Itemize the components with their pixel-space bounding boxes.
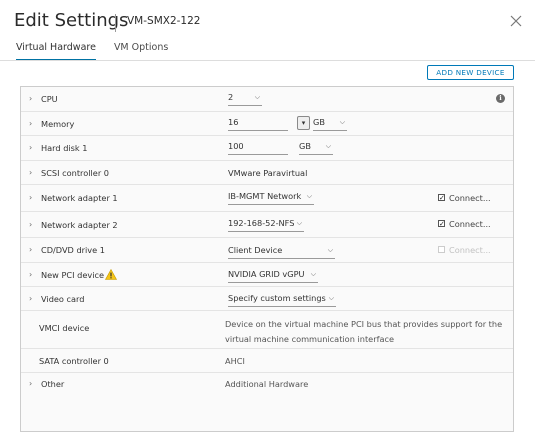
scsi-value: VMware Paravirtual (228, 168, 308, 178)
cdrom-label: CD/DVD drive 1 (41, 245, 105, 255)
hard-disk-value: 100 (228, 141, 244, 151)
sata-value: AHCI (225, 356, 245, 366)
memory-value: 16 (228, 117, 239, 127)
warning-icon (104, 268, 118, 282)
scsi-label: SCSI controller 0 (41, 167, 109, 178)
other-value: Additional Hardware (225, 379, 309, 389)
hardware-panel: › CPU 2 ⌵ i › Memory 16 ▾ GB ⌵ › Hard di… (20, 86, 514, 432)
net1-select[interactable]: IB-MGMT Network ⌵ (228, 191, 314, 205)
video-select[interactable]: Specify custom settings ⌵ (228, 293, 336, 307)
tab-vm-options[interactable]: VM Options (114, 42, 168, 61)
cpu-value: 2 (228, 92, 234, 102)
net2-label: Network adapter 2 (41, 219, 118, 230)
net1-connect-checkbox[interactable]: ✓ (438, 194, 445, 202)
memory-stepper[interactable]: ▾ (297, 116, 310, 130)
title-separator (115, 14, 116, 32)
dialog-title: Edit Settings (14, 10, 129, 31)
net1-value: IB-MGMT Network (228, 191, 302, 201)
hard-disk-input[interactable]: 100 (228, 141, 288, 155)
row-hard-disk: › Hard disk 1 100 GB ⌵ (21, 136, 513, 161)
pci-value: NVIDIA GRID vGPU (228, 269, 305, 279)
chevron-down-icon: ⌵ (306, 192, 312, 200)
video-value: Specify custom settings (228, 293, 326, 303)
net1-connect-label: Connect... (449, 193, 491, 203)
row-other: › Other Additional Hardware (21, 373, 513, 395)
memory-unit-select[interactable]: GB ⌵ (313, 117, 347, 131)
info-icon[interactable]: i (496, 94, 505, 103)
cpu-select[interactable]: 2 ⌵ (228, 92, 262, 106)
pci-label: New PCI device (41, 269, 105, 280)
net2-select[interactable]: 192-168-52-NFS ⌵ (228, 218, 304, 232)
caret-down-icon: ▾ (301, 119, 306, 127)
chevron-right-icon[interactable]: › (29, 220, 37, 229)
vmci-description-line2: virtual machine communication interface (225, 334, 395, 344)
pci-select[interactable]: NVIDIA GRID vGPU ⌵ (228, 269, 318, 283)
row-sata-controller: SATA controller 0 AHCI (21, 349, 513, 373)
cpu-label: CPU (41, 94, 58, 104)
tab-virtual-hardware[interactable]: Virtual Hardware (16, 42, 96, 61)
cdrom-connect-checkbox[interactable] (438, 246, 445, 253)
chevron-down-icon: ⌵ (310, 270, 316, 278)
sata-label: SATA controller 0 (39, 355, 109, 366)
other-label: Other (41, 379, 65, 389)
cdrom-value: Client Device (228, 245, 283, 255)
row-video-card: › Video card Specify custom settings ⌵ (21, 287, 513, 311)
memory-unit: GB (313, 117, 325, 127)
chevron-down-icon: ⌵ (254, 93, 260, 101)
video-label: Video card (41, 293, 85, 304)
row-new-pci-device: › New PCI device NVIDIA GRID vGPU ⌵ (21, 263, 513, 287)
memory-label: Memory (41, 118, 75, 129)
chevron-right-icon[interactable]: › (29, 119, 37, 128)
row-cpu: › CPU 2 ⌵ i (21, 87, 513, 112)
chevron-right-icon[interactable]: › (29, 194, 37, 202)
chevron-right-icon[interactable]: › (29, 380, 37, 388)
row-network-adapter-2: › Network adapter 2 192-168-52-NFS ⌵ ✓ C… (21, 212, 513, 238)
net2-connect-checkbox[interactable]: ✓ (438, 220, 445, 228)
row-scsi-controller: › SCSI controller 0 VMware Paravirtual (21, 161, 513, 185)
close-icon[interactable] (508, 13, 524, 29)
chevron-right-icon[interactable]: › (29, 246, 37, 254)
chevron-right-icon[interactable]: › (29, 95, 37, 103)
chevron-down-icon: ⌵ (296, 219, 302, 227)
cdrom-connect-label: Connect... (449, 245, 491, 255)
cdrom-select[interactable]: Client Device ⌵ (228, 245, 335, 259)
net2-connect-label: Connect... (449, 219, 491, 229)
tabs-divider (0, 60, 535, 61)
row-memory: › Memory 16 ▾ GB ⌵ (21, 112, 513, 136)
chevron-right-icon[interactable]: › (29, 168, 37, 177)
hard-disk-unit: GB (299, 141, 311, 151)
net2-value: 192-168-52-NFS (228, 218, 295, 228)
hard-disk-unit-select[interactable]: GB ⌵ (299, 141, 333, 155)
chevron-down-icon: ⌵ (325, 142, 331, 150)
chevron-right-icon[interactable]: › (29, 270, 37, 279)
add-new-device-button[interactable]: ADD NEW DEVICE (427, 65, 514, 80)
chevron-down-icon: ⌵ (328, 294, 334, 302)
row-vmci-device: VMCI device Device on the virtual machin… (21, 311, 513, 349)
chevron-right-icon[interactable]: › (29, 144, 37, 152)
chevron-down-icon: ⌵ (339, 118, 345, 126)
net1-label: Network adapter 1 (41, 193, 118, 203)
row-network-adapter-1: › Network adapter 1 IB-MGMT Network ⌵ ✓ … (21, 185, 513, 212)
tab-bar: Virtual Hardware VM Options (16, 42, 186, 61)
memory-input[interactable]: 16 (228, 117, 288, 131)
chevron-down-icon: ⌵ (327, 246, 333, 254)
vmci-description-line1: Device on the virtual machine PCI bus th… (225, 319, 503, 329)
vmci-label: VMCI device (39, 323, 90, 333)
hard-disk-label: Hard disk 1 (41, 143, 88, 153)
vm-name: VM-SMX2-122 (127, 15, 201, 27)
row-cd-dvd-drive: › CD/DVD drive 1 Client Device ⌵ Connect… (21, 238, 513, 263)
chevron-right-icon[interactable]: › (29, 294, 37, 303)
